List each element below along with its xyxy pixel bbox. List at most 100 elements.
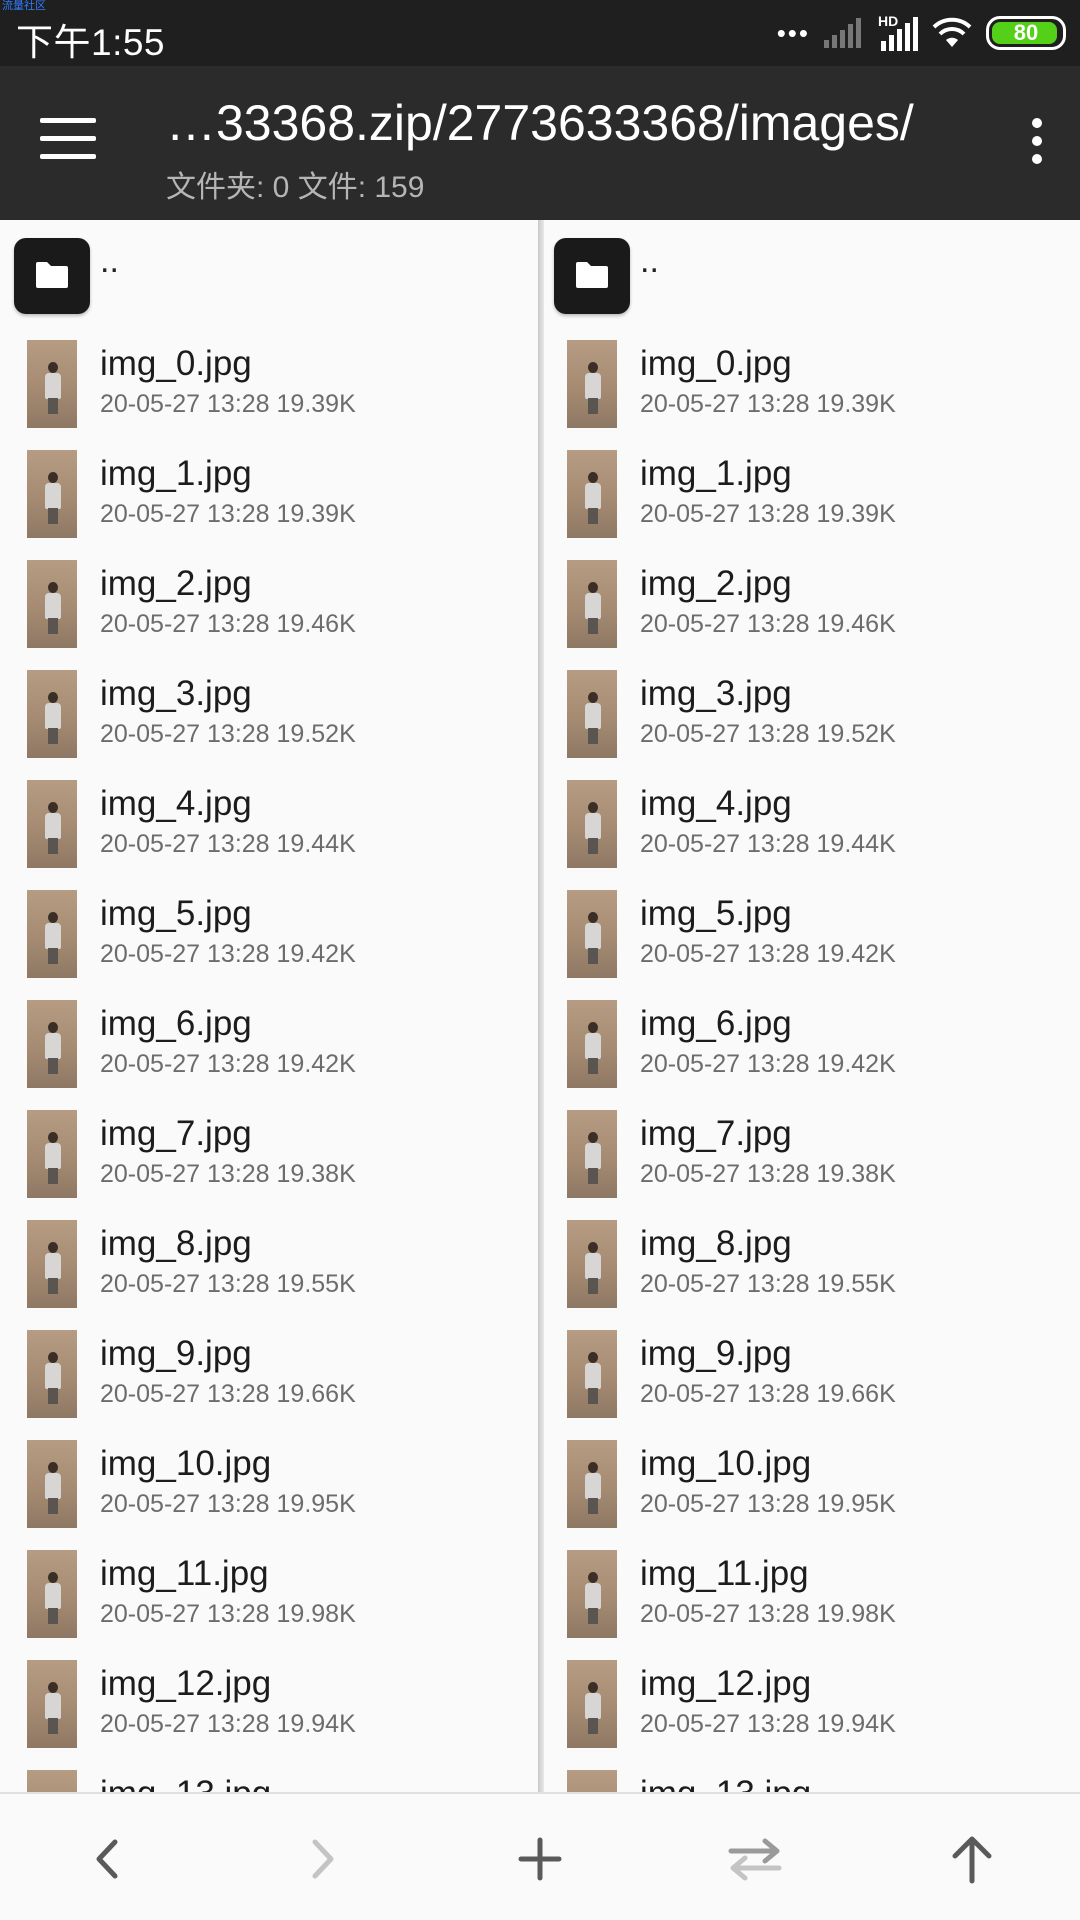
file-meta: 20-05-27 13:28 19.38K <box>100 1160 356 1188</box>
file-row[interactable]: img_12.jpg 20-05-27 13:28 19.94K <box>540 1648 1080 1758</box>
status-bar: 流量社区 下午1:55 ••• HD 80 <box>0 0 1080 66</box>
file-meta: 20-05-27 13:28 19.94K <box>640 1710 896 1738</box>
file-row[interactable]: img_12.jpg 20-05-27 13:28 19.94K <box>0 1648 540 1758</box>
file-name: img_8.jpg <box>100 1224 252 1263</box>
battery-level: 80 <box>1013 20 1039 45</box>
file-meta: 20-05-27 13:28 19.66K <box>640 1380 896 1408</box>
more-vert-icon[interactable] <box>1030 118 1044 166</box>
hamburger-menu-icon[interactable] <box>40 118 96 166</box>
add-icon[interactable] <box>505 1824 575 1894</box>
file-meta: 20-05-27 13:28 19.44K <box>100 830 356 858</box>
file-name: img_10.jpg <box>100 1444 272 1483</box>
image-thumbnail <box>567 670 617 758</box>
file-row[interactable]: img_5.jpg 20-05-27 13:28 19.42K <box>540 878 1080 988</box>
image-thumbnail <box>567 1550 617 1638</box>
file-name: img_2.jpg <box>640 564 792 603</box>
file-name: img_7.jpg <box>100 1114 252 1153</box>
file-row[interactable]: img_7.jpg 20-05-27 13:28 19.38K <box>540 1098 1080 1208</box>
wifi-icon <box>932 17 972 47</box>
file-row[interactable]: img_8.jpg 20-05-27 13:28 19.55K <box>540 1208 1080 1318</box>
image-thumbnail <box>567 780 617 868</box>
image-thumbnail <box>27 1330 77 1418</box>
file-row[interactable]: img_2.jpg 20-05-27 13:28 19.46K <box>540 548 1080 658</box>
signal-icon <box>824 18 861 48</box>
file-meta: 20-05-27 13:28 19.46K <box>100 610 356 638</box>
file-row[interactable]: img_1.jpg 20-05-27 13:28 19.39K <box>540 438 1080 548</box>
image-thumbnail <box>27 1770 77 1792</box>
file-row[interactable]: img_1.jpg 20-05-27 13:28 19.39K <box>0 438 540 548</box>
image-thumbnail <box>567 1770 617 1792</box>
file-row[interactable]: img_7.jpg 20-05-27 13:28 19.38K <box>0 1098 540 1208</box>
file-row[interactable]: img_4.jpg 20-05-27 13:28 19.44K <box>0 768 540 878</box>
file-name: img_6.jpg <box>640 1004 792 1043</box>
parent-folder-label: .. <box>100 242 119 280</box>
swap-icon[interactable] <box>720 1824 790 1894</box>
file-meta: 20-05-27 13:28 19.39K <box>640 390 896 418</box>
file-row[interactable]: img_0.jpg 20-05-27 13:28 19.39K <box>0 328 540 438</box>
file-row[interactable]: img_2.jpg 20-05-27 13:28 19.46K <box>0 548 540 658</box>
file-row[interactable]: img_3.jpg 20-05-27 13:28 19.52K <box>0 658 540 768</box>
hd-signal-icon: HD <box>878 13 918 51</box>
file-meta: 20-05-27 13:28 19.95K <box>640 1490 896 1518</box>
image-thumbnail <box>27 560 77 648</box>
left-pane[interactable]: .. img_0.jpg 20-05-27 13:28 19.39K img_1.jp… <box>0 220 540 1792</box>
file-name: img_4.jpg <box>640 784 792 823</box>
file-name: img_3.jpg <box>100 674 252 713</box>
file-row[interactable]: img_3.jpg 20-05-27 13:28 19.52K <box>540 658 1080 768</box>
image-thumbnail <box>567 450 617 538</box>
dual-pane-browser: .. img_0.jpg 20-05-27 13:28 19.39K img_1.jp… <box>0 220 1080 1792</box>
file-name: img_11.jpg <box>640 1554 809 1593</box>
image-thumbnail <box>567 1110 617 1198</box>
file-row[interactable]: img_13.jpg <box>540 1758 1080 1792</box>
file-row[interactable]: img_0.jpg 20-05-27 13:28 19.39K <box>540 328 1080 438</box>
battery-icon: 80 <box>986 16 1066 50</box>
pane-divider[interactable] <box>538 220 544 1792</box>
file-row[interactable]: img_9.jpg 20-05-27 13:28 19.66K <box>0 1318 540 1428</box>
file-meta: 20-05-27 13:28 19.42K <box>100 1050 356 1078</box>
image-thumbnail <box>27 450 77 538</box>
image-thumbnail <box>567 1000 617 1088</box>
file-name: img_12.jpg <box>640 1664 812 1703</box>
file-row[interactable]: img_4.jpg 20-05-27 13:28 19.44K <box>540 768 1080 878</box>
image-thumbnail <box>27 1220 77 1308</box>
file-row[interactable]: img_10.jpg 20-05-27 13:28 19.95K <box>0 1428 540 1538</box>
back-icon[interactable] <box>72 1824 142 1894</box>
file-row[interactable]: img_6.jpg 20-05-27 13:28 19.42K <box>540 988 1080 1098</box>
folder-icon <box>14 238 90 314</box>
file-meta: 20-05-27 13:28 19.39K <box>100 390 356 418</box>
parent-folder-row[interactable]: .. <box>0 220 540 328</box>
file-row[interactable]: img_9.jpg 20-05-27 13:28 19.66K <box>540 1318 1080 1428</box>
file-name: img_4.jpg <box>100 784 252 823</box>
file-row[interactable]: img_10.jpg 20-05-27 13:28 19.95K <box>540 1428 1080 1538</box>
file-row[interactable]: img_6.jpg 20-05-27 13:28 19.42K <box>0 988 540 1098</box>
parent-folder-row[interactable]: .. <box>540 220 1080 328</box>
file-name: img_9.jpg <box>100 1334 252 1373</box>
forward-icon[interactable] <box>288 1824 358 1894</box>
image-thumbnail <box>567 890 617 978</box>
image-thumbnail <box>27 1110 77 1198</box>
image-thumbnail <box>567 340 617 428</box>
image-thumbnail <box>27 780 77 868</box>
file-name: img_6.jpg <box>100 1004 252 1043</box>
file-row[interactable]: img_11.jpg 20-05-27 13:28 19.98K <box>0 1538 540 1648</box>
image-thumbnail <box>567 1660 617 1748</box>
file-row[interactable]: img_8.jpg 20-05-27 13:28 19.55K <box>0 1208 540 1318</box>
file-meta: 20-05-27 13:28 19.42K <box>640 1050 896 1078</box>
file-name: img_0.jpg <box>100 344 252 383</box>
right-pane[interactable]: .. img_0.jpg 20-05-27 13:28 19.39K img_1.jp… <box>540 220 1080 1792</box>
image-thumbnail <box>27 1550 77 1638</box>
image-thumbnail <box>27 1660 77 1748</box>
file-name: img_7.jpg <box>640 1114 792 1153</box>
file-row[interactable]: img_5.jpg 20-05-27 13:28 19.42K <box>0 878 540 988</box>
file-row[interactable]: img_11.jpg 20-05-27 13:28 19.98K <box>540 1538 1080 1648</box>
file-name: img_1.jpg <box>100 454 252 493</box>
file-row[interactable]: img_13.jpg <box>0 1758 540 1792</box>
file-name: img_10.jpg <box>640 1444 812 1483</box>
image-thumbnail <box>27 670 77 758</box>
file-name: img_11.jpg <box>100 1554 269 1593</box>
file-meta: 20-05-27 13:28 19.55K <box>100 1270 356 1298</box>
up-arrow-icon[interactable] <box>937 1824 1007 1894</box>
folder-file-count: 文件夹: 0 文件: 159 <box>166 171 425 204</box>
file-name: img_5.jpg <box>640 894 792 933</box>
file-meta: 20-05-27 13:28 19.95K <box>100 1490 356 1518</box>
